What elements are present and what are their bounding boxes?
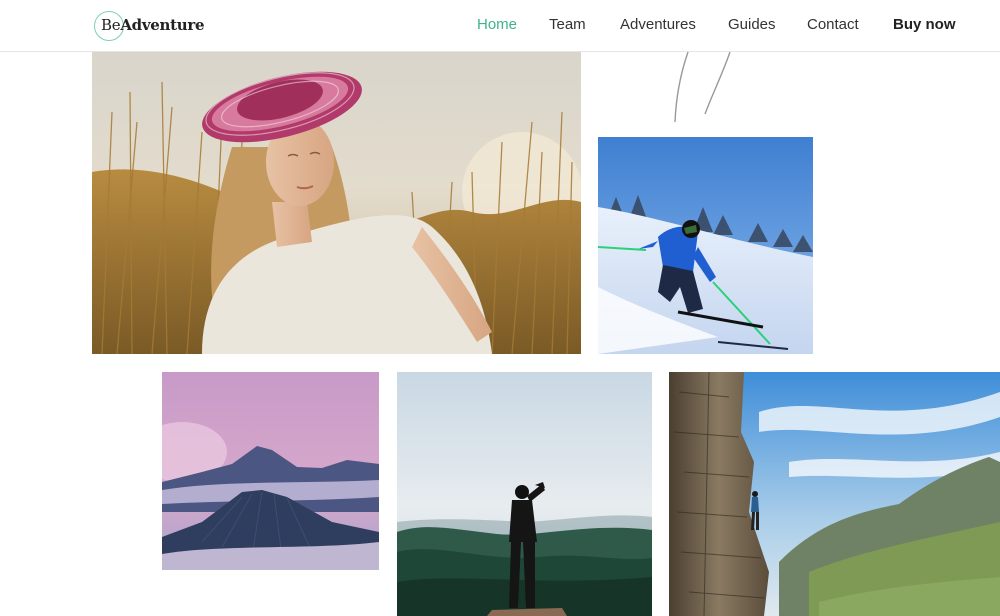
nav-buy-now[interactable]: Buy now [893,16,956,33]
nav-adventures[interactable]: Adventures [620,16,696,33]
gallery-photo-hiker[interactable] [397,372,652,616]
logo-prefix: Be [101,16,121,34]
site-header: BeAdventure Home Team Adventures Guides … [0,0,1000,52]
nav-contact[interactable]: Contact [807,16,859,33]
nav-guides[interactable]: Guides [728,16,776,33]
gallery-photo-skier[interactable] [598,137,813,354]
logo-word: Adventure [120,16,205,34]
decorative-strokes [674,51,731,123]
nav-home[interactable]: Home [477,16,517,33]
gallery-photo-volcano[interactable] [162,372,379,570]
gallery-photo-woman-field[interactable] [92,52,581,354]
nav-team[interactable]: Team [549,16,586,33]
gallery-photo-cliff[interactable] [669,372,1000,616]
